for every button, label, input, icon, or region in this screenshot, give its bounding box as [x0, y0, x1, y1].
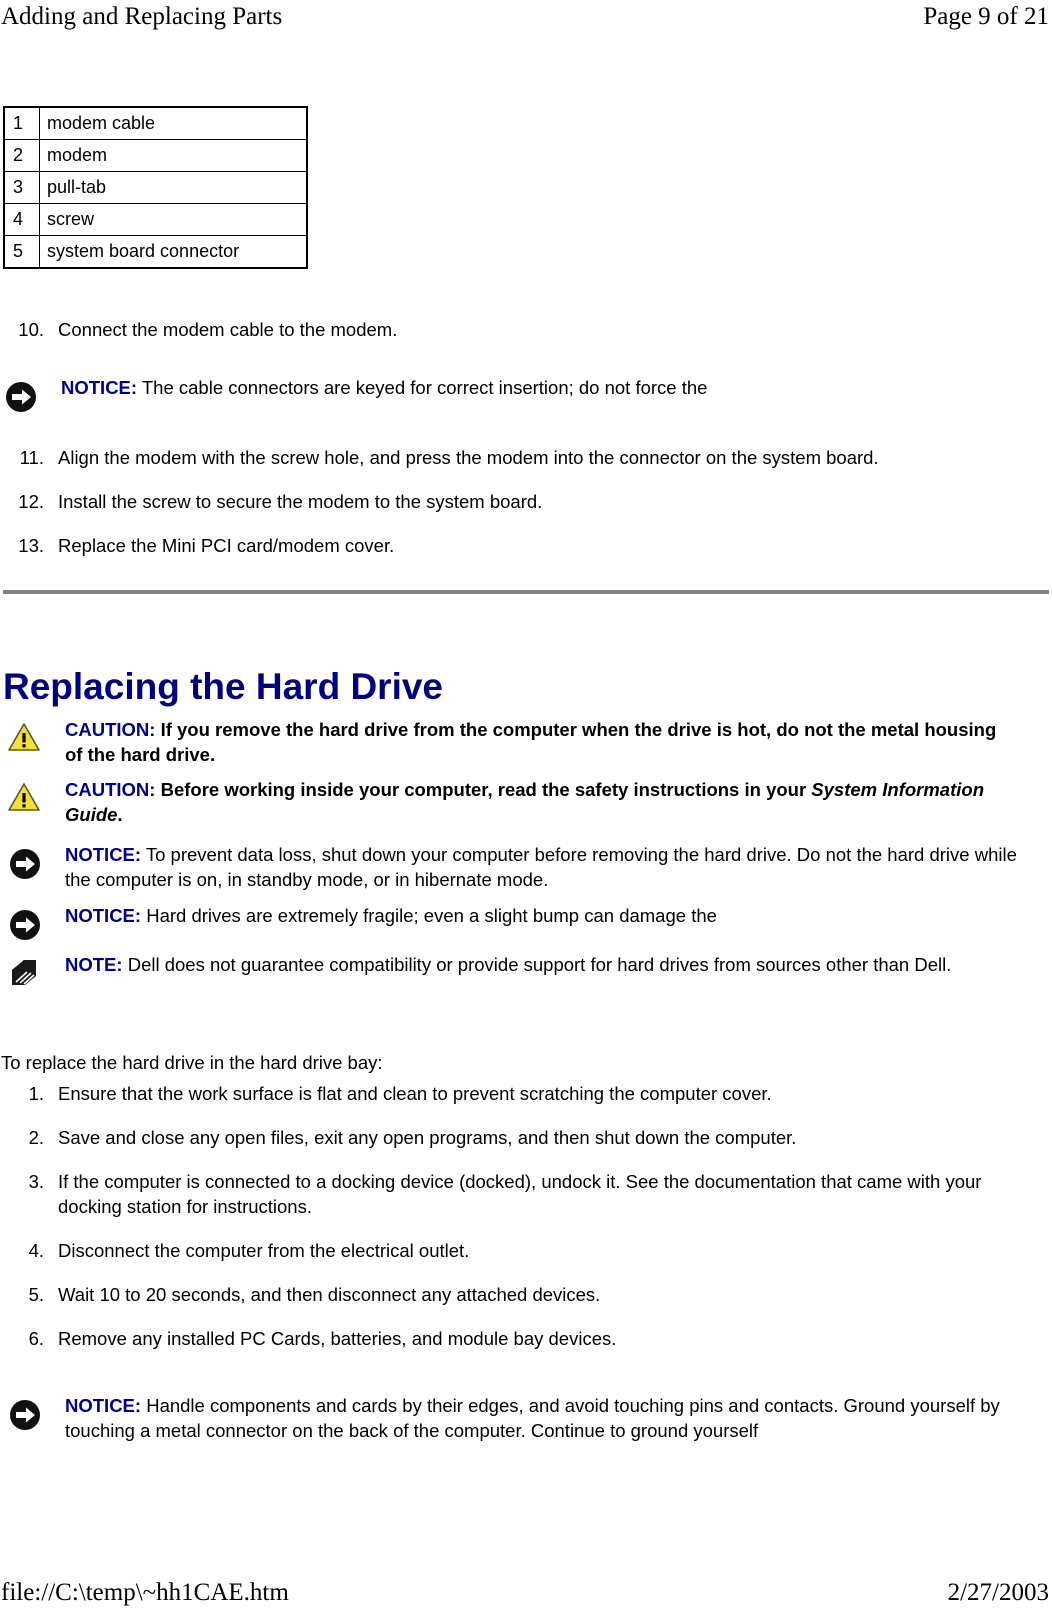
hard-drive-step-2: 2. Save and close any open files, exit a… [0, 1125, 1040, 1150]
list-marker: 4. [28, 1240, 44, 1261]
notice-keyword: NOTICE: [65, 1395, 142, 1416]
callout-label: modem [39, 139, 308, 172]
table-row: 4 screw [3, 203, 308, 236]
footer-file-path: file://C:\temp\~hh1CAE.htm [1, 1579, 289, 1606]
hard-drive-step-5: 5. Wait 10 to 20 seconds, and then disco… [0, 1282, 1040, 1307]
caution-keyword: CAUTION: [65, 779, 156, 800]
list-marker: 12. [18, 491, 44, 512]
caution-body-after: . [117, 804, 123, 825]
callout-number: 2 [3, 139, 40, 172]
list-marker: 3. [28, 1171, 44, 1192]
notice-text: NOTICE: The cable connectors are keyed f… [3, 375, 1043, 400]
notice-text: NOTICE: Hard drives are extremely fragil… [7, 903, 1017, 928]
caution-triangle-icon [7, 719, 43, 753]
list-text: Disconnect the computer from the electri… [58, 1240, 470, 1261]
caution-hot-drive: CAUTION: If you remove the hard drive fr… [7, 717, 1007, 767]
hard-drive-step-4: 4. Disconnect the computer from the elec… [0, 1238, 1040, 1263]
callout-label: modem cable [39, 106, 308, 140]
list-item: 11. Align the modem with the screw hole,… [0, 445, 1040, 470]
notice-body: Handle components and cards by their edg… [65, 1395, 1000, 1441]
caution-triangle-icon [7, 779, 43, 813]
modem-step-12: 12. Install the screw to secure the mode… [0, 489, 1040, 514]
caution-text: CAUTION: If you remove the hard drive fr… [7, 717, 1007, 767]
note-keyword: NOTE: [65, 954, 123, 975]
notice-keyword: NOTICE: [65, 844, 142, 865]
hard-drive-step-6: 6. Remove any installed PC Cards, batter… [0, 1326, 1040, 1351]
list-item: 13. Replace the Mini PCI card/modem cove… [0, 533, 1040, 558]
notice-arrow-icon [7, 844, 43, 879]
note-dell-compatibility: NOTE: Dell does not guarantee compatibil… [7, 952, 1027, 985]
note-body: Dell does not guarantee compatibility or… [122, 954, 952, 975]
notice-arrow-icon [7, 1395, 43, 1430]
callout-number: 5 [3, 235, 40, 269]
list-marker: 13. [18, 535, 44, 556]
note-pencil-icon [7, 954, 43, 988]
callout-number: 4 [3, 203, 40, 236]
list-text: Wait 10 to 20 seconds, and then disconne… [58, 1284, 601, 1305]
list-item: 12. Install the screw to secure the mode… [0, 489, 1040, 514]
modem-step-11: 11. Align the modem with the screw hole,… [0, 445, 1040, 470]
list-marker: 5. [28, 1284, 44, 1305]
list-text: If the computer is connected to a dockin… [58, 1171, 982, 1217]
notice-text: NOTICE: To prevent data loss, shut down … [7, 842, 1017, 892]
list-item: 10. Connect the modem cable to the modem… [0, 317, 1040, 342]
hard-drive-step-1: 1. Ensure that the work surface is flat … [0, 1081, 1040, 1106]
intro-paragraph: To replace the hard drive in the hard dr… [1, 1051, 383, 1073]
list-marker: 2. [28, 1127, 44, 1148]
notice-text: NOTICE: Handle components and cards by t… [7, 1393, 1017, 1443]
callout-label: system board connector [39, 235, 308, 269]
notice-body: To prevent data loss, shut down your com… [65, 844, 1017, 890]
caution-keyword: CAUTION: [65, 719, 156, 740]
section-divider [3, 590, 1049, 594]
list-text: Align the modem with the screw hole, and… [58, 447, 879, 468]
modem-step-13: 13. Replace the Mini PCI card/modem cove… [0, 533, 1040, 558]
list-item: 4. Disconnect the computer from the elec… [0, 1238, 1040, 1263]
callout-number: 3 [3, 171, 40, 204]
list-marker: 6. [28, 1328, 44, 1349]
list-text: Ensure that the work surface is flat and… [58, 1083, 772, 1104]
table-row: 3 pull-tab [3, 171, 308, 204]
callout-label: pull-tab [39, 171, 308, 204]
notice-keyword: NOTICE: [65, 905, 142, 926]
list-item: 1. Ensure that the work surface is flat … [0, 1081, 1040, 1106]
notice-arrow-icon [3, 377, 39, 412]
page-content: 1 modem cable 2 modem 3 pull-tab 4 screw… [0, 0, 1052, 1615]
list-item: 2. Save and close any open files, exit a… [0, 1125, 1040, 1150]
notice-prevent-data-loss: NOTICE: To prevent data loss, shut down … [7, 842, 1017, 892]
list-text: Install the screw to secure the modem to… [58, 491, 543, 512]
callout-label: screw [39, 203, 308, 236]
table-row: 2 modem [3, 139, 308, 172]
caution-body-before: Before working inside your computer, rea… [155, 779, 812, 800]
list-text: Replace the Mini PCI card/modem cover. [58, 535, 395, 556]
notice-keyword: NOTICE: [61, 377, 138, 398]
notice-fragile-drives: NOTICE: Hard drives are extremely fragil… [7, 903, 1017, 940]
notice-modem-cable: NOTICE: The cable connectors are keyed f… [3, 375, 1043, 412]
note-text: NOTE: Dell does not guarantee compatibil… [7, 952, 1027, 977]
list-text: Remove any installed PC Cards, batteries… [58, 1328, 617, 1349]
callout-number: 1 [3, 106, 40, 140]
list-item: 3. If the computer is connected to a doc… [0, 1169, 1030, 1219]
list-text: Connect the modem cable to the modem. [58, 319, 398, 340]
list-marker: 10. [18, 319, 44, 340]
notice-body: The cable connectors are keyed for corre… [137, 377, 708, 398]
notice-arrow-icon [7, 905, 43, 940]
modem-step-10: 10. Connect the modem cable to the modem… [0, 317, 1040, 342]
caution-body: If you remove the hard drive from the co… [65, 719, 997, 765]
caution-text: CAUTION: Before working inside your comp… [7, 777, 1017, 827]
list-marker: 1. [28, 1083, 44, 1104]
list-text: Save and close any open files, exit any … [58, 1127, 797, 1148]
footer-date: 2/27/2003 [947, 1579, 1049, 1606]
notice-body: Hard drives are extremely fragile; even … [141, 905, 717, 926]
hard-drive-step-3: 3. If the computer is connected to a doc… [0, 1169, 1030, 1219]
caution-safety-instructions: CAUTION: Before working inside your comp… [7, 777, 1017, 827]
table-row: 1 modem cable [3, 106, 308, 140]
list-marker: 11. [19, 447, 44, 468]
page-footer: file://C:\temp\~hh1CAE.htm 2/27/2003 [0, 1578, 1052, 1608]
list-item: 5. Wait 10 to 20 seconds, and then disco… [0, 1282, 1040, 1307]
table-row: 5 system board connector [3, 235, 308, 269]
callout-legend-table: 1 modem cable 2 modem 3 pull-tab 4 screw… [3, 106, 308, 269]
notice-handle-components: NOTICE: Handle components and cards by t… [7, 1393, 1017, 1443]
page-title: Replacing the Hard Drive [3, 665, 444, 707]
list-item: 6. Remove any installed PC Cards, batter… [0, 1326, 1040, 1351]
